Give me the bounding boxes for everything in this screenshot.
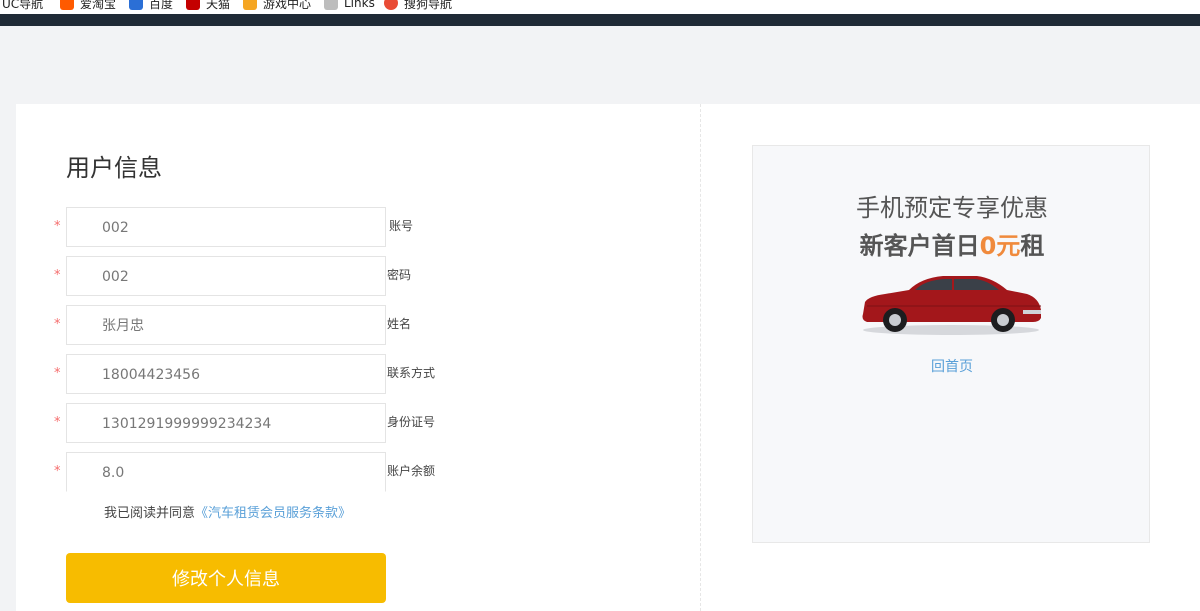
password-value: 002 xyxy=(102,269,129,285)
id-number-value: 1301291999999234234 xyxy=(102,416,272,432)
account-value: 002 xyxy=(102,220,129,236)
balance-field[interactable]: 8.0 xyxy=(66,452,386,492)
promo-card: 手机预定专享优惠 新客户首日0元租 回首页 xyxy=(752,145,1150,543)
bookmark-label: 天猫 xyxy=(206,0,231,11)
promo-headline: 手机预定专享优惠 xyxy=(856,194,1048,222)
form-row-realname: * 张月忠 姓名 xyxy=(16,305,700,345)
password-field[interactable]: 002 xyxy=(66,256,386,296)
bookmark-taobao[interactable]: 爱淘宝 xyxy=(60,0,116,12)
realname-field[interactable]: 张月忠 xyxy=(66,305,386,345)
promo-offer-highlight: 0元 xyxy=(979,232,1021,260)
sogou-icon xyxy=(384,0,398,10)
bookmark-label: 爱淘宝 xyxy=(80,0,117,11)
bookmark-uc[interactable]: UC导航 xyxy=(2,0,43,12)
form-row-balance: * 8.0 账户余额 xyxy=(16,452,700,492)
realname-value: 张月忠 xyxy=(102,318,144,334)
car-image xyxy=(862,276,1041,335)
balance-value: 8.0 xyxy=(102,465,125,481)
phone-label: 联系方式 xyxy=(387,366,436,380)
update-profile-button[interactable]: 修改个人信息 xyxy=(66,553,386,603)
game-center-icon xyxy=(243,0,257,10)
password-label: 密码 xyxy=(387,268,412,282)
balance-label: 账户余额 xyxy=(387,464,436,478)
bookmark-label: 百度 xyxy=(149,0,174,11)
bookmark-game-center[interactable]: 游戏中心 xyxy=(243,0,311,12)
bookmark-tmall[interactable]: 天猫 xyxy=(186,0,230,12)
taobao-icon xyxy=(60,0,74,10)
bookmarks-bar: UC导航 爱淘宝 百度 天猫 游戏中心 Links 搜狗导航 xyxy=(0,0,1200,14)
bookmark-baidu[interactable]: 百度 xyxy=(129,0,173,12)
phone-field[interactable]: 18004423456 xyxy=(66,354,386,394)
bookmark-label: 游戏中心 xyxy=(263,0,312,11)
form-row-id-number: * 1301291999999234234 身份证号 xyxy=(16,403,700,443)
agreement-text: 我已阅读并同意《汽车租赁会员服务条款》 xyxy=(104,502,351,521)
bookmark-links[interactable]: Links xyxy=(324,0,375,12)
promo-offer-prefix: 新客户首日 xyxy=(859,232,980,260)
required-mark: * xyxy=(54,415,61,430)
form-row-account: * 002 账号 xyxy=(16,207,700,247)
home-link[interactable]: 回首页 xyxy=(753,356,1151,376)
terms-link[interactable]: 《汽车租赁会员服务条款》 xyxy=(195,506,351,521)
required-mark: * xyxy=(54,366,61,381)
id-number-field[interactable]: 1301291999999234234 xyxy=(66,403,386,443)
agree-label: 我已阅读并同意 xyxy=(104,506,196,521)
required-mark: * xyxy=(54,317,61,332)
form-row-phone: * 18004423456 联系方式 xyxy=(16,354,700,394)
bookmark-label: UC导航 xyxy=(2,0,44,11)
id-number-label: 身份证号 xyxy=(387,415,436,429)
bookmark-label: 搜狗导航 xyxy=(404,0,453,11)
phone-value: 18004423456 xyxy=(102,367,200,383)
account-label: 账号 xyxy=(389,219,414,233)
folder-icon xyxy=(324,0,338,10)
promo-offer: 新客户首日0元租 xyxy=(753,226,1151,261)
tmall-icon xyxy=(186,0,200,10)
user-info-panel: 用户信息 * 002 账号 * 002 密码 * 张月忠 姓名 * 180044… xyxy=(16,104,700,611)
promo-offer-suffix: 租 xyxy=(1020,232,1045,260)
site-header-strip xyxy=(0,14,1200,26)
form-row-password: * 002 密码 xyxy=(16,256,700,296)
account-field[interactable]: 002 xyxy=(66,207,386,247)
page-title: 用户信息 xyxy=(66,154,162,182)
realname-label: 姓名 xyxy=(387,317,412,331)
baidu-icon xyxy=(129,0,143,10)
required-mark: * xyxy=(54,464,61,479)
required-mark: * xyxy=(54,219,61,234)
required-mark: * xyxy=(54,268,61,283)
bookmark-sogou[interactable]: 搜狗导航 xyxy=(384,0,452,12)
bookmark-label: Links xyxy=(344,0,375,10)
promo-panel: 手机预定专享优惠 新客户首日0元租 回首页 xyxy=(700,104,1200,611)
